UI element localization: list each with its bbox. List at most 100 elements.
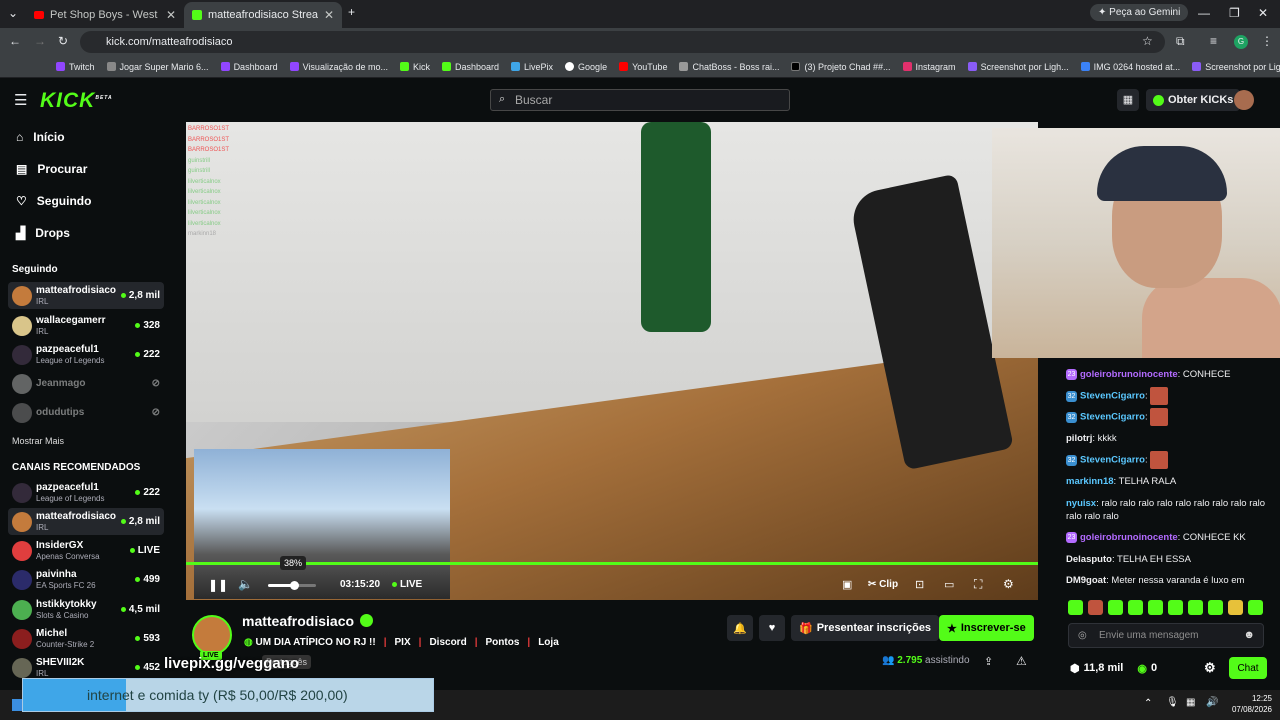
address-bar[interactable]: kick.com/matteafrodisiaco [80, 31, 1165, 53]
bookmark-item[interactable]: IMG 0264 hosted at... [1080, 62, 1180, 72]
bookmark-item[interactable]: ChatBoss - Boss rai... [679, 62, 779, 72]
link-pix[interactable]: PIX [395, 637, 411, 648]
emote-icon[interactable] [1128, 600, 1143, 615]
link-store[interactable]: Loja [538, 637, 559, 648]
bookmark-item[interactable]: Twitch [56, 62, 95, 72]
following-channel[interactable]: odudutips ⊘ [8, 399, 164, 426]
follow-heart-button[interactable]: ♥ [759, 615, 785, 641]
recommended-channel[interactable]: InsiderGX Apenas Conversa LIVE [8, 537, 164, 564]
window-close-icon[interactable]: ✕ [1258, 6, 1268, 20]
forward-arrow-icon[interactable]: → [34, 34, 46, 48]
close-icon[interactable]: ✕ [324, 8, 334, 22]
network-icon[interactable]: ▦ [1186, 697, 1195, 708]
volume-slider-knob[interactable] [290, 581, 299, 590]
bookmark-item[interactable]: Instagram [902, 62, 956, 72]
recommended-channel[interactable]: hstikkytokky Slots & Casino 4,5 mil [8, 596, 164, 623]
notification-bell-button[interactable]: 🔔 [727, 615, 753, 641]
chat-username[interactable]: goleirobrunoinocente [1080, 369, 1178, 380]
emote-icon[interactable] [1208, 600, 1223, 615]
nav-drops[interactable]: ▟ Drops [16, 226, 70, 240]
chat-username[interactable]: StevenCigarro [1080, 412, 1145, 423]
chat-badge-icon[interactable]: ◎ [1078, 630, 1087, 641]
emote-icon[interactable] [1168, 600, 1183, 615]
bookmark-item[interactable]: YouTube [619, 62, 667, 72]
recommended-channel[interactable]: Michel Counter-Strike 2 593 [8, 625, 164, 652]
chat-username[interactable]: markinn18 [1066, 476, 1114, 487]
emote-icon[interactable] [1108, 600, 1123, 615]
emote-icon[interactable] [1148, 600, 1163, 615]
clip-button[interactable]: ✂ Clip [868, 579, 898, 590]
bookmark-item[interactable]: Dashboard [220, 62, 278, 72]
live-progress-bar[interactable] [186, 562, 1038, 565]
hamburger-menu-icon[interactable]: ☰ [14, 91, 27, 109]
recommended-channel[interactable]: paivinha EA Sports FC 26 499 [8, 566, 164, 593]
gemini-button[interactable]: ✦ Peça ao Gemini [1090, 4, 1189, 21]
following-channel[interactable]: matteafrodisiaco IRL 2,8 mil [8, 282, 164, 309]
search-input[interactable]: ⌕ Buscar [490, 89, 790, 111]
chat-username[interactable]: pilotrj [1066, 433, 1092, 444]
bookmark-item[interactable]: Jogar Super Mario 6... [106, 62, 209, 72]
subscribe-button[interactable]: ★ Inscrever-se [939, 615, 1034, 641]
emote-icon[interactable] [1088, 600, 1103, 615]
show-more-link[interactable]: Mostrar Mais [12, 436, 64, 446]
chat-username[interactable]: StevenCigarro [1080, 455, 1145, 466]
reload-icon[interactable]: ↻ [58, 34, 68, 48]
system-clock[interactable]: 12:25 07/08/2026 [1232, 693, 1272, 715]
recommended-channel[interactable]: pazpeaceful1 League of Legends 222 [8, 479, 164, 506]
bookmark-item[interactable]: LivePix [511, 62, 553, 72]
microphone-icon[interactable]: 🎙 [1166, 697, 1179, 708]
chat-settings-gear-icon[interactable]: ⚙ [1204, 660, 1216, 676]
tray-chevron-icon[interactable]: ⌃ [1144, 698, 1152, 709]
following-channel[interactable]: wallacegamerr IRL 328 [8, 312, 164, 339]
back-arrow-icon[interactable]: ← [9, 34, 21, 48]
emote-icon[interactable] [1188, 600, 1203, 615]
bookmark-item[interactable]: Screenshot por Ligh... [1192, 62, 1280, 72]
chat-username[interactable]: nyuisx [1066, 498, 1096, 509]
link-points[interactable]: Pontos [486, 637, 520, 648]
bookmark-item[interactable]: Google [565, 62, 607, 72]
media-icon[interactable]: ≡ [1210, 34, 1217, 48]
star-icon[interactable]: ☆ [1142, 34, 1153, 48]
chat-username[interactable]: StevenCigarro [1080, 391, 1145, 402]
chat-username[interactable]: goleirobrunoinocente [1080, 532, 1178, 543]
report-warning-icon[interactable]: ⚠ [1016, 654, 1027, 668]
layout-icon[interactable]: ▦ [1117, 89, 1139, 111]
mini-player-icon[interactable]: ▣ [842, 578, 852, 591]
new-tab-icon[interactable]: + [348, 5, 355, 19]
volume-icon[interactable]: 🔈 [238, 577, 253, 591]
volume-slider-track[interactable] [298, 584, 316, 587]
fullscreen-icon[interactable]: ⛶ [974, 577, 982, 592]
chat-message-input[interactable]: ◎ Envie uma mensagem ☻ [1068, 623, 1264, 648]
recommended-channel[interactable]: matteafrodisiaco IRL 2,8 mil [8, 508, 164, 535]
menu-dots-icon[interactable]: ⋮ [1261, 34, 1273, 48]
emote-icon[interactable] [1248, 600, 1263, 615]
gift-subs-button[interactable]: 🎁 Presentear inscrições [791, 615, 940, 641]
recommended-channel[interactable]: SHEVIII2K IRL 452 [8, 654, 164, 681]
tab-search-icon[interactable]: ⌄ [8, 6, 18, 20]
send-chat-button[interactable]: Chat [1229, 657, 1267, 679]
user-avatar[interactable] [1234, 90, 1254, 110]
link-discord[interactable]: Discord [429, 637, 466, 648]
emote-icon[interactable] [1228, 600, 1243, 615]
share-icon[interactable]: ⇪ [984, 655, 993, 668]
bookmark-item[interactable]: Visualização de mo... [289, 62, 388, 72]
close-icon[interactable]: ✕ [166, 8, 176, 22]
nav-browse[interactable]: ▤ Procurar [16, 162, 87, 176]
emote-icon[interactable] [1068, 600, 1083, 615]
speaker-icon[interactable]: 🔊 [1206, 697, 1218, 708]
streamer-avatar[interactable] [192, 615, 232, 655]
chat-username[interactable]: Delasputo [1066, 554, 1112, 565]
tab-kick[interactable]: matteafrodisiaco Stream - ✕ [184, 2, 342, 28]
following-channel[interactable]: pazpeaceful1 League of Legends 222 [8, 341, 164, 368]
profile-avatar[interactable]: G [1234, 35, 1248, 49]
bookmark-item[interactable]: Screenshot por Ligh... [967, 62, 1069, 72]
streamer-name[interactable]: matteafrodisiaco [242, 613, 374, 629]
chat-username[interactable]: DM9goat [1066, 575, 1106, 586]
minimize-icon[interactable]: — [1198, 6, 1210, 20]
emoji-picker-icon[interactable]: ☻ [1243, 629, 1255, 641]
nav-following[interactable]: ♡ Seguindo [16, 194, 91, 208]
settings-gear-icon[interactable]: ⚙ [1003, 577, 1014, 591]
maximize-icon[interactable]: ❐ [1229, 6, 1240, 20]
captions-icon[interactable]: ⊡ [915, 578, 924, 591]
pause-icon[interactable]: ❚❚ [208, 578, 228, 592]
